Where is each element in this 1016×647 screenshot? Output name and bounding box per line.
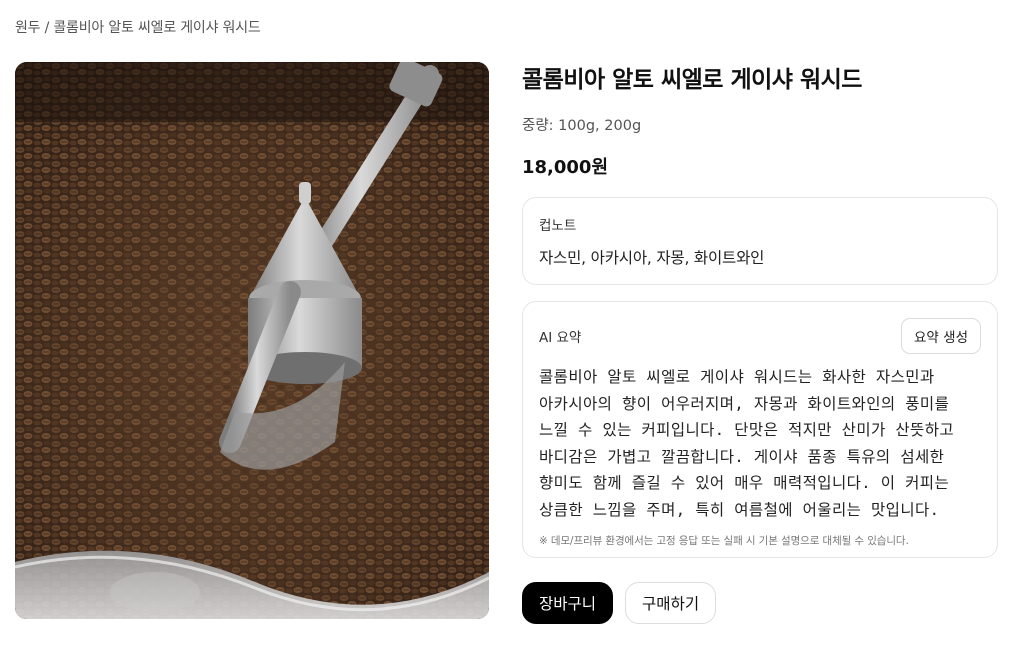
cup-note-label: 컵노트 bbox=[539, 218, 577, 234]
ai-summary-note: ※ 데모/프리뷰 환경에서는 고정 응답 또는 실패 시 기본 설명으로 대체될… bbox=[539, 535, 909, 547]
product-info: 콜롬비아 알토 씨엘로 게이샤 워시드 중량: 100g, 200g 18,00… bbox=[522, 60, 998, 624]
ai-summary-label: AI 요약 bbox=[539, 330, 582, 346]
purchase-actions: 장바구니 구매하기 bbox=[522, 582, 998, 624]
coffee-roaster-photo bbox=[15, 62, 489, 619]
product-weight: 중량: 100g, 200g bbox=[522, 118, 642, 134]
ai-summary-text: 콜롬비아 알토 씨엘로 게이샤 워시드는 화사한 자스민과 아카시아의 향이 어… bbox=[539, 368, 955, 519]
generate-summary-button[interactable]: 요약 생성 bbox=[901, 318, 981, 354]
ai-summary-header: AI 요약 요약 생성 bbox=[539, 318, 981, 354]
breadcrumb: 원두 / 콜롬비아 알토 씨엘로 게이샤 워시드 bbox=[15, 20, 261, 36]
cup-note-text: 자스민, 아카시아, 자몽, 화이트와인 bbox=[539, 249, 765, 267]
ai-summary-card: AI 요약 요약 생성 콜롬비아 알토 씨엘로 게이샤 워시드는 화사한 자스민… bbox=[522, 301, 998, 558]
product-title: 콜롬비아 알토 씨엘로 게이샤 워시드 bbox=[522, 67, 862, 93]
product-image bbox=[15, 62, 489, 619]
add-to-cart-button[interactable]: 장바구니 bbox=[522, 582, 614, 624]
cup-note-card: 컵노트 자스민, 아카시아, 자몽, 화이트와인 bbox=[522, 197, 998, 285]
product-price: 18,000원 bbox=[522, 157, 609, 178]
buy-now-button[interactable]: 구매하기 bbox=[625, 582, 717, 624]
